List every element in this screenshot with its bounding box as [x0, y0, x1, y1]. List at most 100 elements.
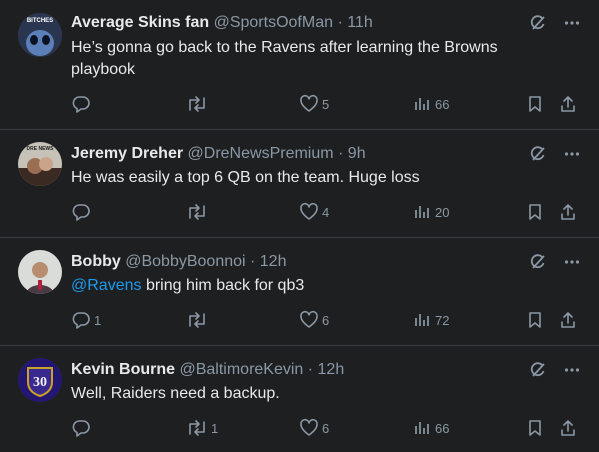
reply-icon: [72, 420, 90, 437]
timestamp[interactable]: 11h: [347, 14, 373, 31]
display-name[interactable]: Jeremy Dreher: [71, 145, 183, 162]
share-icon: [561, 96, 575, 112]
more-icon[interactable]: [563, 361, 581, 384]
views-button[interactable]: 72: [412, 310, 449, 330]
reply-button[interactable]: [71, 202, 94, 222]
share-button[interactable]: [558, 202, 578, 222]
separator: ·: [303, 361, 318, 378]
tweet-header: Kevin Bourne @BaltimoreKevin · 12h: [71, 360, 539, 380]
bookmark-button[interactable]: [525, 94, 545, 114]
retweet-icon: [189, 420, 205, 436]
share-button[interactable]: [558, 418, 578, 438]
bookmark-icon: [529, 420, 541, 436]
reply-feed: BITCHES Average Skins fan @SportsOofMan …: [0, 0, 599, 452]
share-button[interactable]: [558, 310, 578, 330]
grok-icon[interactable]: [529, 145, 547, 168]
mention-link[interactable]: @Ravens: [71, 277, 142, 294]
tweet-actions: 1 6 66: [71, 418, 581, 440]
views-button[interactable]: 20: [412, 202, 449, 222]
reply-button[interactable]: [71, 94, 94, 114]
separator: ·: [333, 14, 348, 31]
display-name[interactable]: Average Skins fan: [71, 14, 209, 31]
tweet-text: He’s gonna go back to the Ravens after l…: [71, 39, 498, 78]
tweet-top-actions: [529, 361, 581, 384]
tweet-text-body: bring him back for qb3: [141, 277, 305, 294]
user-handle[interactable]: @BaltimoreKevin: [179, 361, 303, 378]
like-button[interactable]: 6: [299, 418, 329, 438]
like-count: 4: [322, 204, 330, 220]
like-icon: [300, 202, 318, 220]
views-icon: [415, 314, 429, 326]
svg-text:DRE NEWS: DRE NEWS: [27, 146, 55, 152]
avatar[interactable]: BITCHES: [18, 13, 62, 57]
view-count: 66: [435, 420, 450, 436]
retweet-button[interactable]: [186, 94, 211, 114]
user-handle[interactable]: @DreNewsPremium: [188, 145, 334, 162]
tweet-text: He was easily a top 6 QB on the team. Hu…: [71, 169, 420, 186]
avatar[interactable]: DRE NEWS: [18, 142, 62, 186]
reply-icon: [72, 96, 90, 113]
timestamp[interactable]: 12h: [260, 253, 287, 270]
views-button[interactable]: 66: [412, 94, 449, 114]
avatar[interactable]: 30: [18, 358, 62, 402]
tweet-header: Average Skins fan @SportsOofMan · 11h: [71, 13, 539, 33]
views-button[interactable]: 66: [412, 418, 449, 438]
like-icon: [300, 418, 318, 436]
tweet-header: Jeremy Dreher @DreNewsPremium · 9h: [71, 144, 539, 164]
grok-icon[interactable]: [529, 253, 547, 276]
more-icon[interactable]: [563, 145, 581, 168]
reply-button[interactable]: 1: [71, 310, 101, 330]
view-count: 72: [435, 312, 450, 328]
bookmark-icon: [529, 204, 541, 220]
like-icon: [300, 310, 318, 328]
separator: ·: [245, 253, 260, 270]
separator: ·: [333, 145, 348, 162]
bookmark-button[interactable]: [525, 310, 545, 330]
share-icon: [561, 312, 575, 328]
like-count: 6: [322, 420, 330, 436]
tweet-actions: 1 6 72: [71, 310, 581, 332]
display-name[interactable]: Kevin Bourne: [71, 361, 175, 378]
tweet-top-actions: [529, 145, 581, 168]
views-icon: [415, 206, 429, 218]
grok-icon[interactable]: [529, 14, 547, 37]
like-button[interactable]: 5: [299, 94, 329, 114]
share-icon: [561, 420, 575, 436]
tweet-header: Bobby @BobbyBoonnoi · 12h: [71, 252, 539, 272]
tweet-text: @Ravens bring him back for qb3: [71, 275, 539, 297]
reply-icon: [72, 204, 90, 221]
grok-icon[interactable]: [529, 361, 547, 384]
views-icon: [415, 98, 429, 110]
views-icon: [415, 422, 429, 434]
tweet-3[interactable]: Bobby @BobbyBoonnoi · 12h @Ravens bring …: [0, 238, 599, 346]
avatar[interactable]: [18, 250, 62, 294]
like-button[interactable]: 6: [299, 310, 329, 330]
bookmark-button[interactable]: [525, 202, 545, 222]
tweet-actions: 5 66: [71, 94, 581, 116]
tweet-2[interactable]: DRE NEWS Jeremy Dreher @DreNewsPremium ·…: [0, 130, 599, 238]
display-name[interactable]: Bobby: [71, 253, 121, 270]
like-button[interactable]: 4: [299, 202, 329, 222]
reply-count: 1: [94, 312, 102, 328]
reply-icon: [72, 312, 90, 329]
bookmark-button[interactable]: [525, 418, 545, 438]
share-button[interactable]: [558, 94, 578, 114]
svg-text:30: 30: [33, 375, 47, 390]
user-handle[interactable]: @BobbyBoonnoi: [125, 253, 245, 270]
user-handle[interactable]: @SportsOofMan: [214, 14, 333, 31]
bookmark-icon: [529, 312, 541, 328]
retweet-button[interactable]: 1: [186, 418, 218, 438]
tweet-4[interactable]: 30 Kevin Bourne @BaltimoreKevin · 12h We…: [0, 346, 599, 452]
tweet-top-actions: [529, 253, 581, 276]
retweet-button[interactable]: [186, 310, 211, 330]
retweet-count: 1: [211, 420, 219, 436]
more-icon[interactable]: [563, 253, 581, 276]
timestamp[interactable]: 12h: [318, 361, 345, 378]
tweet-1[interactable]: BITCHES Average Skins fan @SportsOofMan …: [0, 0, 599, 130]
reply-button[interactable]: [71, 418, 94, 438]
tweet-top-actions: [529, 14, 581, 37]
more-icon[interactable]: [563, 14, 581, 37]
retweet-button[interactable]: [186, 202, 211, 222]
timestamp[interactable]: 9h: [348, 145, 366, 162]
retweet-icon: [189, 204, 205, 220]
